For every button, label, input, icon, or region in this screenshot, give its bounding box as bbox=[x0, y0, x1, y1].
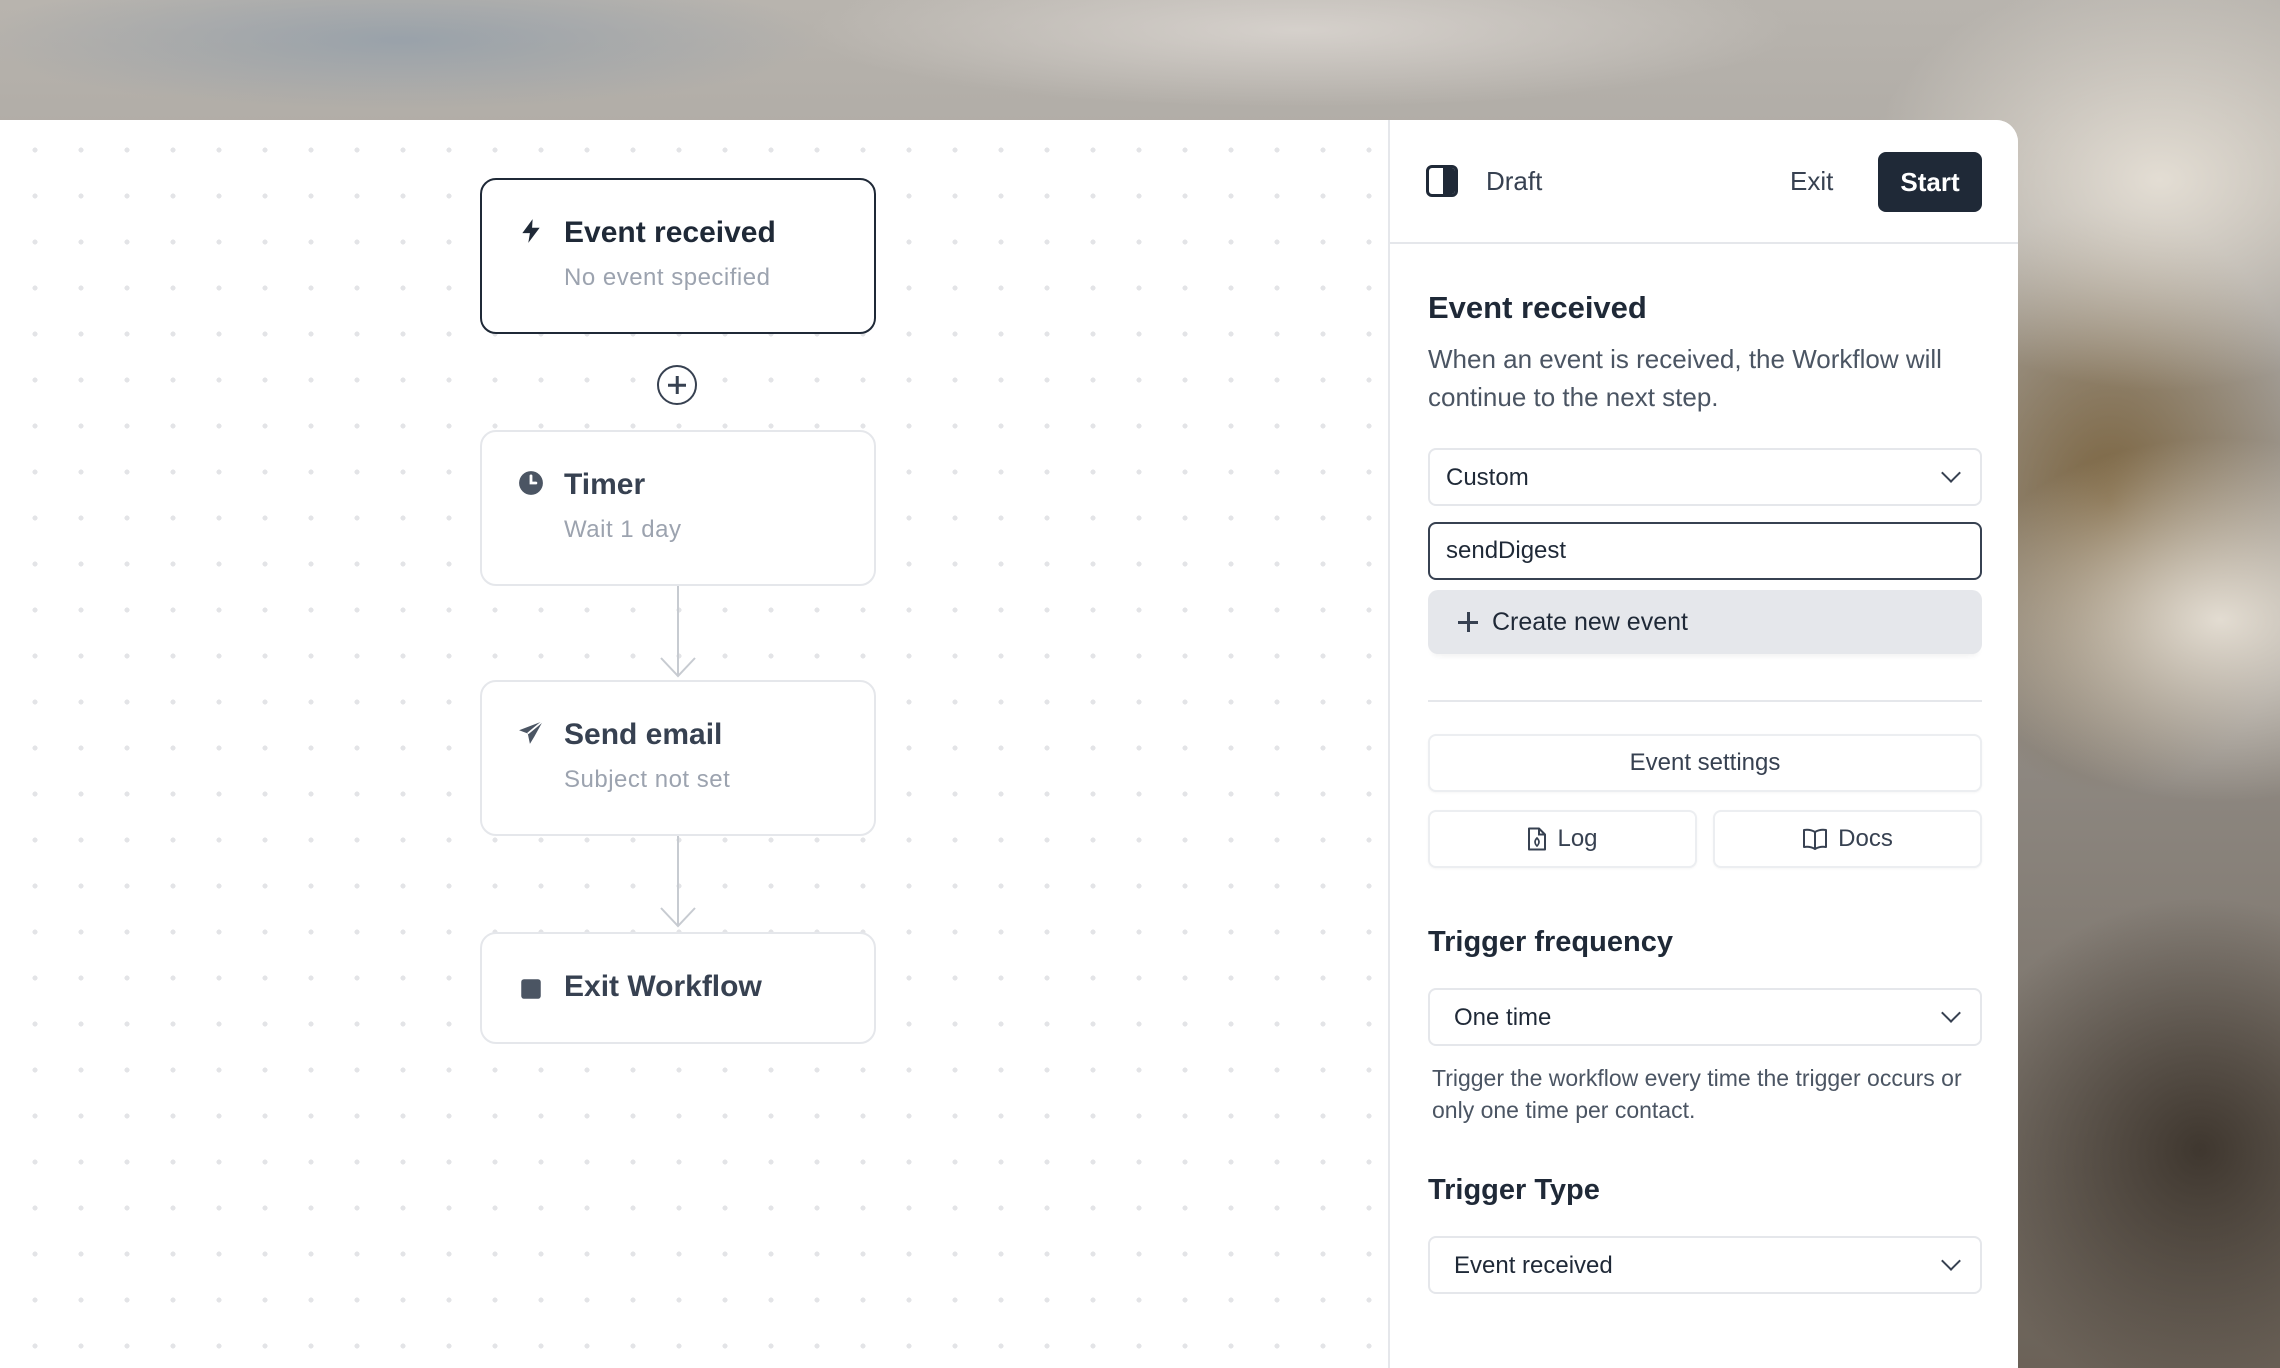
trigger-type-title: Trigger Type bbox=[1428, 1174, 1600, 1206]
connector-arrow bbox=[660, 836, 696, 928]
node-exit-workflow[interactable]: Exit Workflow bbox=[480, 932, 876, 1044]
node-title: Timer bbox=[564, 468, 646, 501]
workflow-canvas[interactable]: Event received No event specified Timer … bbox=[0, 120, 1388, 1368]
node-subtitle: No event specified bbox=[564, 264, 771, 291]
select-value: One time bbox=[1454, 1004, 1552, 1031]
paper-plane-icon bbox=[519, 720, 544, 744]
sidebar-toggle-icon[interactable] bbox=[1426, 165, 1458, 197]
panel-description: When an event is received, the Workflow … bbox=[1428, 344, 1942, 412]
node-title: Event received bbox=[564, 216, 776, 249]
panel-title: Event received bbox=[1428, 290, 1647, 325]
node-subtitle: Wait 1 day bbox=[564, 516, 682, 543]
document-icon bbox=[1528, 827, 1547, 851]
event-name-input[interactable] bbox=[1428, 522, 1982, 580]
panel-header: Draft Exit Start bbox=[1390, 120, 2018, 244]
event-type-select[interactable]: Custom bbox=[1428, 448, 1982, 506]
option-label: Create new event bbox=[1492, 608, 1688, 636]
status-label: Draft bbox=[1486, 166, 1543, 196]
chevron-down-icon bbox=[1941, 463, 1961, 483]
log-button[interactable]: Log bbox=[1428, 810, 1697, 868]
add-step-button[interactable] bbox=[657, 365, 697, 405]
node-title: Exit Workflow bbox=[564, 970, 762, 1003]
node-timer[interactable]: Timer Wait 1 day bbox=[480, 430, 876, 586]
lightning-icon bbox=[522, 219, 540, 243]
docs-button[interactable]: Docs bbox=[1713, 810, 1982, 868]
trigger-frequency-title: Trigger frequency bbox=[1428, 926, 1673, 958]
divider bbox=[1428, 700, 1982, 702]
exit-button[interactable]: Exit bbox=[1790, 166, 1833, 197]
stop-square-icon bbox=[521, 979, 541, 999]
properties-panel: Draft Exit Start Event received When an … bbox=[1388, 120, 2018, 1368]
node-title: Send email bbox=[564, 718, 723, 751]
chevron-down-icon bbox=[1941, 1003, 1961, 1023]
select-value: Event received bbox=[1454, 1252, 1613, 1279]
node-event-received[interactable]: Event received No event specified bbox=[480, 178, 876, 334]
select-value: Custom bbox=[1446, 464, 1529, 491]
trigger-frequency-select[interactable]: One time bbox=[1428, 988, 1982, 1046]
button-label: Event settings bbox=[1629, 749, 1781, 776]
trigger-frequency-help: Trigger the workflow every time the trig… bbox=[1432, 1065, 1962, 1123]
event-settings-button[interactable]: Event settings bbox=[1428, 734, 1982, 792]
node-send-email[interactable]: Send email Subject not set bbox=[480, 680, 876, 836]
workflow-editor-window: Event received No event specified Timer … bbox=[0, 120, 2018, 1368]
clock-icon bbox=[519, 471, 543, 495]
book-open-icon bbox=[1803, 828, 1828, 850]
create-new-event-option[interactable]: Create new event bbox=[1428, 590, 1982, 654]
start-button[interactable]: Start bbox=[1878, 152, 1982, 212]
button-label: Log bbox=[1557, 825, 1598, 852]
plus-icon bbox=[1458, 612, 1478, 632]
button-label: Docs bbox=[1838, 825, 1893, 852]
chevron-down-icon bbox=[1941, 1251, 1961, 1271]
connector-arrow bbox=[660, 586, 696, 678]
trigger-type-select[interactable]: Event received bbox=[1428, 1236, 1982, 1294]
node-subtitle: Subject not set bbox=[564, 766, 731, 793]
